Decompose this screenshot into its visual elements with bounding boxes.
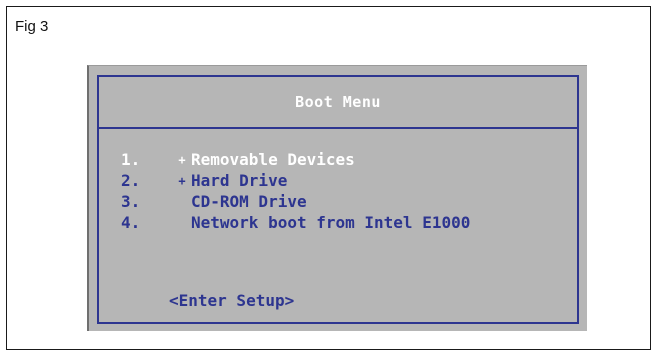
boot-item-label: Removable Devices [191,150,355,169]
boot-item-number: 3. [121,192,141,211]
boot-menu-panel: Boot Menu 1. + Removable Devices 2. + Ha… [97,75,579,324]
boot-device-list: 1. + Removable Devices 2. + Hard Drive 3… [121,149,470,233]
figure-caption: Fig 3 [15,18,49,35]
boot-item-cd-rom-drive[interactable]: 3. CD-ROM Drive [121,191,470,212]
boot-item-hard-drive[interactable]: 2. + Hard Drive [121,170,470,191]
expand-plus-icon: + [178,173,186,188]
boot-item-label: CD-ROM Drive [191,192,307,211]
boot-item-network-boot[interactable]: 4. Network boot from Intel E1000 [121,212,470,233]
enter-setup-option[interactable]: <Enter Setup> [169,291,294,310]
boot-item-number: 1. [121,150,141,169]
figure-frame: Fig 3 Boot Menu 1. + Removable Devices 2… [6,6,651,350]
boot-item-label: Network boot from Intel E1000 [191,213,471,232]
boot-item-removable-devices[interactable]: 1. + Removable Devices [121,149,470,170]
bios-screen: Boot Menu 1. + Removable Devices 2. + Ha… [87,65,587,331]
boot-item-number: 4. [121,213,141,232]
boot-item-label: Hard Drive [191,171,288,190]
expand-plus-icon: + [178,152,186,167]
boot-item-number: 2. [121,171,141,190]
boot-menu-title: Boot Menu [99,77,577,129]
